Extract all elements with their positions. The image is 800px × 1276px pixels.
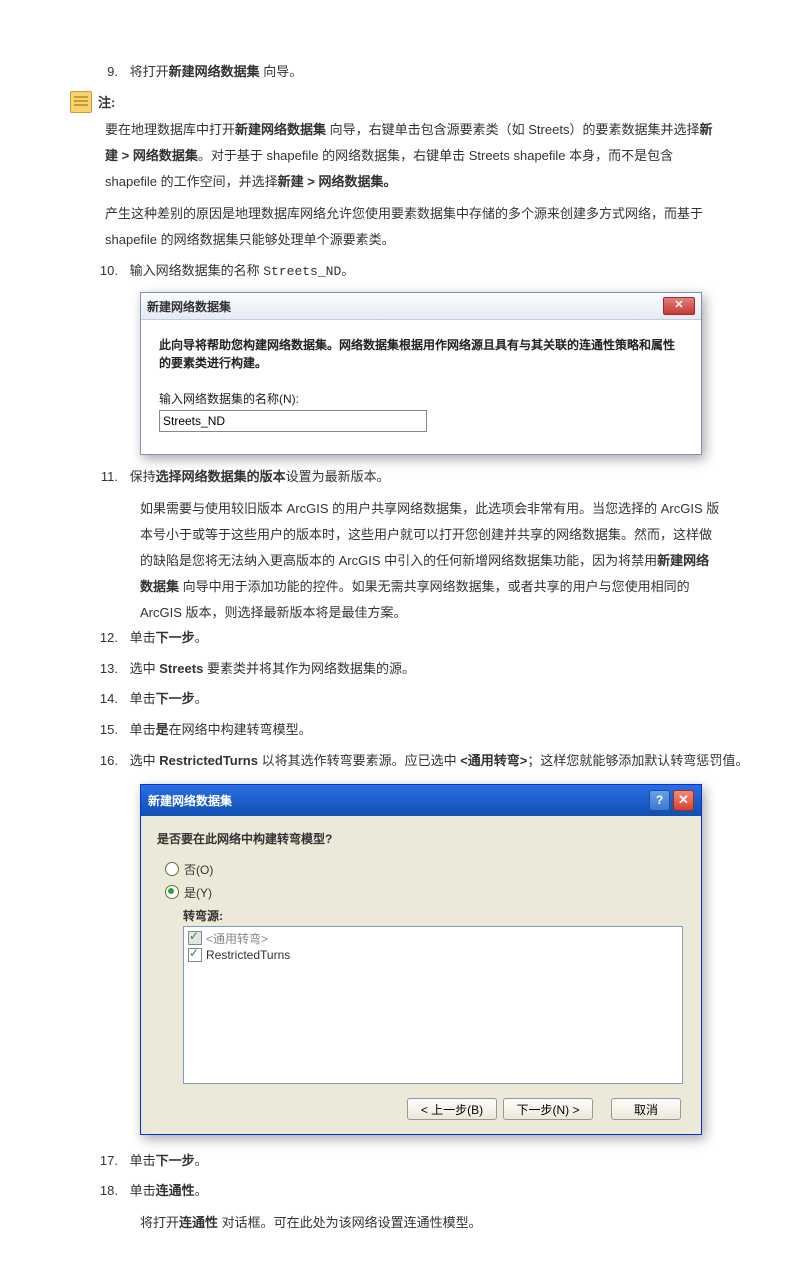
radio-yes-icon [165,885,179,899]
step-13: 13. 选中 Streets 要素类并将其作为网络数据集的源。 [90,657,750,682]
checkbox-icon [188,931,202,945]
step-10: 10. 输入网络数据集的名称 Streets_ND。 [90,259,750,285]
note-icon [70,91,92,113]
dialog1-input-label: 输入网络数据集的名称(N): [159,390,683,407]
step-18-num: 18. [90,1179,118,1204]
step-17: 17. 单击下一步。 [90,1149,750,1174]
back-button[interactable]: < 上一步(B) [407,1098,497,1120]
radio-yes[interactable]: 是(Y) [165,884,685,901]
dialog-new-network-dataset-turns: 新建网络数据集 ? ✕ 是否要在此网络中构建转弯模型? 否(O) 是(Y) 转弯… [140,784,750,1135]
step-9: 9. 将打开新建网络数据集 向导。 [90,60,750,85]
dialog-new-network-dataset-name: 新建网络数据集 ✕ 此向导将帮助您构建网络数据集。网络数据集根据用作网络源且具有… [140,292,750,455]
checkbox-icon [188,948,202,962]
step-11-num: 11. [90,465,118,490]
torn-edge [141,436,701,454]
step-14-num: 14. [90,687,118,712]
close-icon[interactable]: ✕ [673,790,694,811]
step-11-body: 如果需要与使用较旧版本 ArcGIS 的用户共享网络数据集，此选项会非常有用。当… [140,496,720,626]
dialog2-title-text: 新建网络数据集 [148,792,232,809]
step-14: 14. 单击下一步。 [90,687,750,712]
note-header: 注: [70,91,750,113]
step-9-num: 9. [90,60,118,85]
radio-no-icon [165,862,179,876]
help-icon[interactable]: ? [649,790,670,811]
dialog2-question: 是否要在此网络中构建转弯模型? [157,830,685,847]
step-18: 18. 单击连通性。 [90,1179,750,1204]
dialog2-titlebar: 新建网络数据集 ? ✕ [141,785,701,816]
note-label: 注: [98,92,115,111]
next-button[interactable]: 下一步(N) > [503,1098,593,1120]
list-item[interactable]: <通用转弯> [188,930,678,947]
cancel-button[interactable]: 取消 [611,1098,681,1120]
dialog1-message: 此向导将帮助您构建网络数据集。网络数据集根据用作网络源且具有与其关联的连通性策略… [159,336,683,372]
step-13-num: 13. [90,657,118,682]
step-15: 15. 单击是在网络中构建转弯模型。 [90,718,750,743]
list-item[interactable]: RestrictedTurns [188,947,678,964]
step-12-num: 12. [90,626,118,651]
step-12: 12. 单击下一步。 [90,626,750,651]
turn-sources-label: 转弯源: [183,907,685,924]
radio-no[interactable]: 否(O) [165,861,685,878]
note-body-2: 产生这种差别的原因是地理数据库网络允许您使用要素数据集中存储的多个源来创建多方式… [105,201,720,253]
turn-sources-listbox[interactable]: <通用转弯> RestrictedTurns [183,926,683,1084]
dialog1-title-text: 新建网络数据集 [147,298,231,315]
dialog1-titlebar: 新建网络数据集 ✕ [141,293,701,320]
step-16: 16. 选中 RestrictedTurns 以将其选作转弯要素源。应已选中 <… [90,749,750,774]
note-body-1: 要在地理数据库中打开新建网络数据集 向导，右键单击包含源要素类（如 Street… [105,117,720,195]
step-11: 11. 保持选择网络数据集的版本设置为最新版本。 [90,465,750,490]
step-16-num: 16. [90,749,118,774]
close-icon[interactable]: ✕ [663,297,695,315]
step-18-body: 将打开连通性 对话框。可在此处为该网络设置连通性模型。 [140,1210,720,1236]
step-15-num: 15. [90,718,118,743]
step-17-num: 17. [90,1149,118,1174]
dataset-name-input[interactable] [159,410,427,432]
step-10-num: 10. [90,259,118,284]
